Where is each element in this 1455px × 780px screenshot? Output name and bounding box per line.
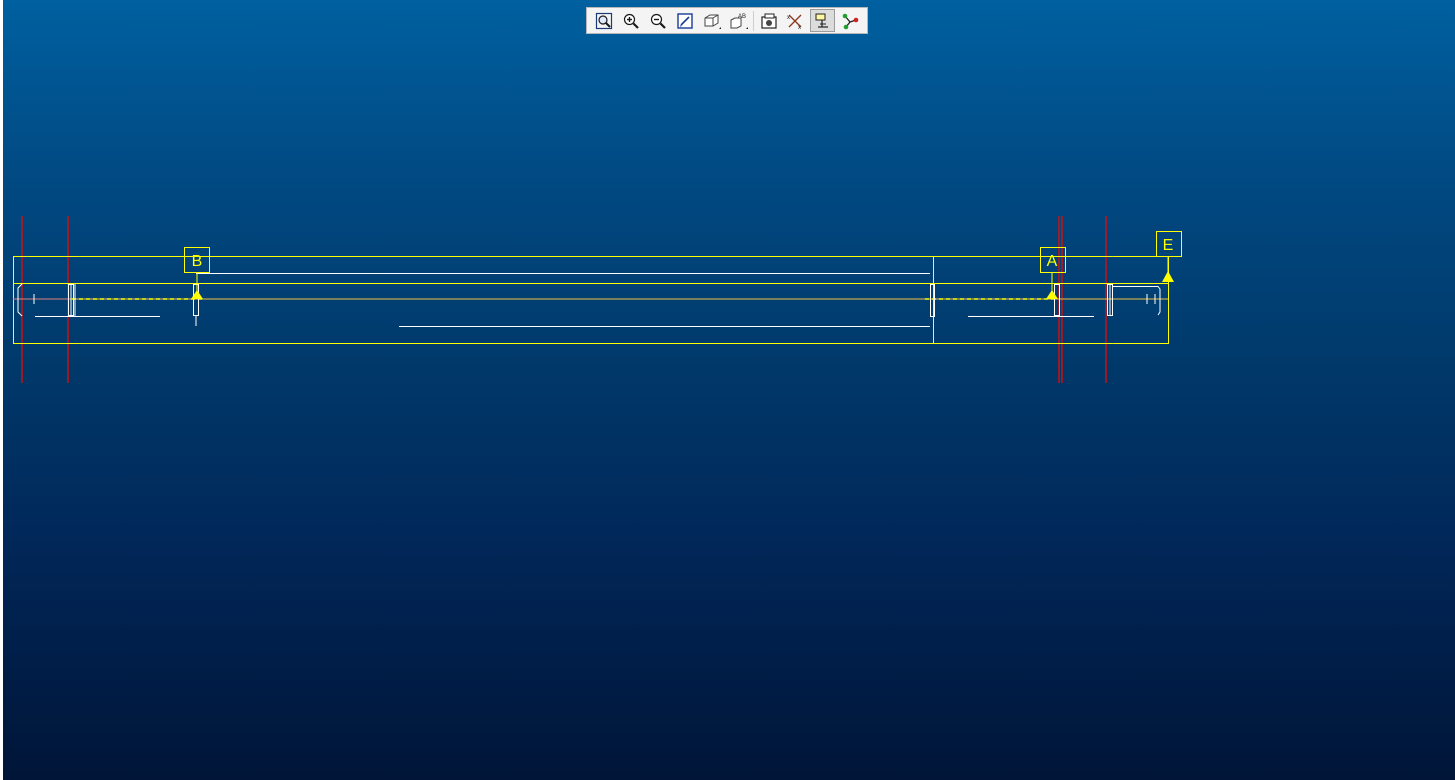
annotation-display-button[interactable] xyxy=(810,9,835,32)
saved-views-icon: AB xyxy=(730,14,748,29)
zoom-fit-button[interactable] xyxy=(591,9,616,32)
view-manager-button[interactable] xyxy=(756,9,781,32)
svg-text:x: x xyxy=(787,15,790,21)
datum-b-triangle xyxy=(191,290,203,299)
datum-e-label: E xyxy=(1163,237,1174,254)
datum-feature-e[interactable]: E xyxy=(1156,231,1182,283)
datum-a-triangle xyxy=(1046,290,1058,299)
graphics-toolbar: AB x x xyxy=(586,7,868,34)
cube-view-icon xyxy=(704,14,721,29)
toolbar-separator xyxy=(753,10,754,31)
annotation-frames xyxy=(13,256,1169,344)
svg-text:x: x xyxy=(798,25,801,30)
zoom-out-button[interactable] xyxy=(645,9,670,32)
datum-e-triangle xyxy=(1162,271,1174,282)
datum-display-icon: x x xyxy=(787,14,801,30)
graphics-viewport[interactable]: B A E AB x x xyxy=(3,0,1455,780)
zoom-in-button[interactable] xyxy=(618,9,643,32)
datum-a-label: A xyxy=(1047,253,1058,270)
datum-display-button[interactable]: x x xyxy=(783,9,808,32)
right-end-profile xyxy=(1113,286,1161,316)
zoom-in-icon xyxy=(623,13,639,29)
repaint-button[interactable] xyxy=(672,9,697,32)
view-orientation-button[interactable] xyxy=(699,9,724,32)
groove-b xyxy=(193,284,199,316)
zoom-fit-icon xyxy=(595,12,612,29)
spin-center-icon xyxy=(842,13,858,29)
model-drawing[interactable]: B A E xyxy=(3,0,1455,780)
shaft-geometry xyxy=(17,273,1161,327)
view-manager-icon xyxy=(760,13,777,29)
zoom-out-icon xyxy=(650,13,666,29)
datum-b-label: B xyxy=(192,253,203,270)
saved-views-button[interactable]: AB xyxy=(726,9,751,32)
spin-center-button[interactable] xyxy=(837,9,862,32)
repaint-icon xyxy=(676,12,693,29)
svg-text:AB: AB xyxy=(738,14,746,20)
outer-frame xyxy=(13,256,1169,344)
annotation-display-icon xyxy=(815,13,828,28)
